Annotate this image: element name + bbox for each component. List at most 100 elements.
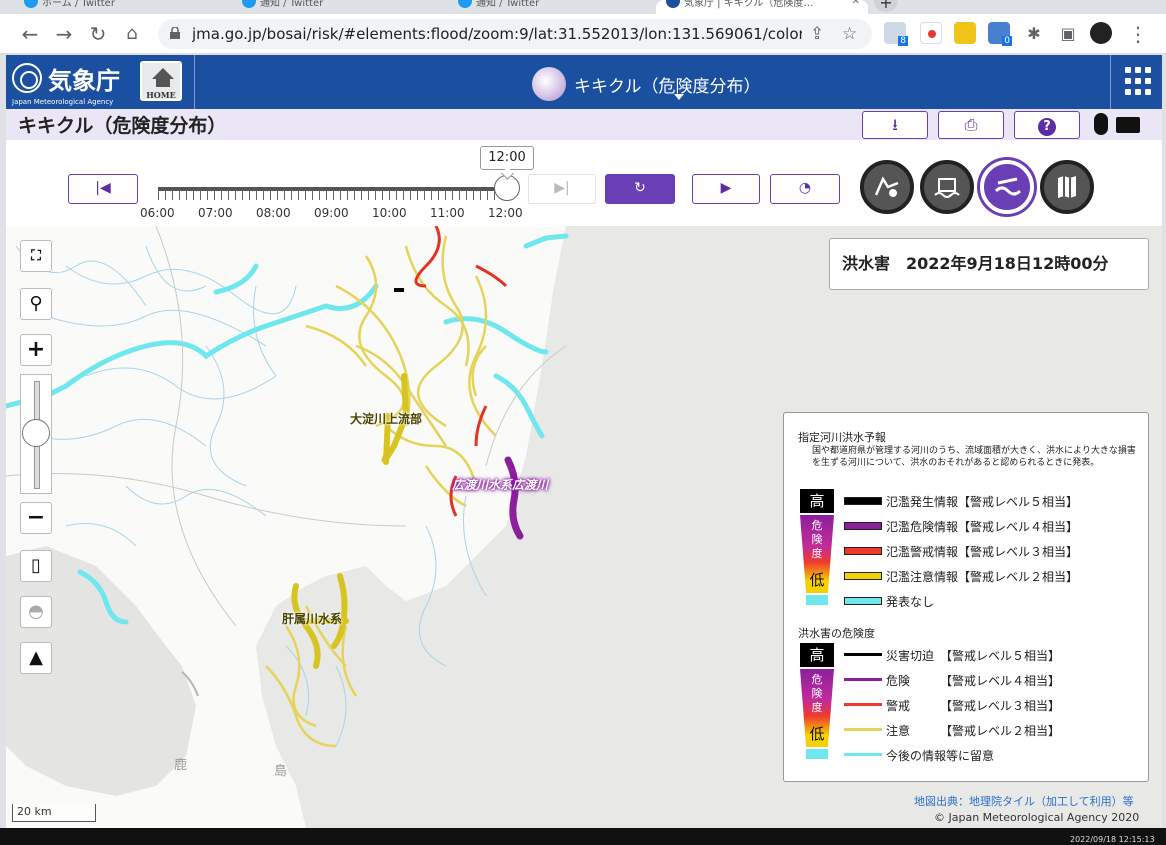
time-controls: |◀ 06:00 07:00 08:00 09:00 10:00 11:00 1…	[6, 140, 1162, 226]
browser-tab-strip: ホーム / Twitter 通知 / Twitter 通知 / Twitter …	[0, 0, 1166, 14]
legend-swatch	[844, 522, 882, 530]
divider	[194, 55, 195, 109]
url-text[interactable]: jma.go.jp/bosai/risk/#elements:flood/zoo…	[192, 25, 802, 43]
help-button[interactable]: ?	[1014, 111, 1080, 139]
twitter-icon	[242, 0, 256, 8]
river-label[interactable]: 肝属川水系	[282, 610, 342, 627]
reload-icon[interactable]: ↻	[84, 20, 112, 48]
print-button[interactable]: ⎙	[938, 111, 1004, 139]
menu-kebab-icon[interactable]: ⋮	[1124, 20, 1152, 48]
page-title: キキクル（危険度分布）	[18, 115, 227, 137]
download-extension-icon[interactable]	[954, 22, 976, 44]
latest-button[interactable]: ↻	[605, 174, 675, 204]
forward-icon[interactable]: →	[50, 20, 78, 48]
place-label: 鹿	[174, 758, 188, 773]
speedometer-icon: ◔	[798, 180, 812, 196]
mouse-mode-icon[interactable]	[1094, 113, 1108, 135]
scale-mid: 危険度	[811, 673, 823, 714]
zoom-in-button[interactable]: +	[20, 334, 52, 366]
map-icon: ▯	[31, 555, 41, 576]
browser-tab[interactable]: ホーム / Twitter	[14, 0, 214, 14]
skip-end-icon: ▶|	[554, 180, 570, 196]
chevron-down-icon	[674, 94, 684, 100]
extension-icon[interactable]: 0	[988, 22, 1012, 46]
scale-none-swatch	[806, 749, 828, 759]
record-extension-icon[interactable]	[920, 22, 942, 44]
app-menu-button[interactable]	[1110, 55, 1162, 109]
play-button[interactable]: ▶	[692, 174, 760, 204]
close-tab-icon[interactable]: ✕	[852, 0, 860, 7]
help-icon: ?	[1038, 118, 1056, 136]
bookmark-star-icon[interactable]: ☆	[842, 24, 857, 44]
extension-icon[interactable]: 8	[884, 22, 908, 46]
home-button[interactable]: HOME	[140, 61, 182, 101]
tick-label: 07:00	[198, 206, 233, 220]
basemap-button[interactable]: ▯	[20, 550, 52, 582]
legend-swatch	[844, 547, 882, 555]
river-label[interactable]: 大淀川上流部	[350, 410, 422, 427]
legend-line	[844, 753, 882, 756]
fullscreen-button[interactable]: ⛶	[20, 240, 52, 272]
opacity-button[interactable]: ◓	[20, 596, 52, 628]
scale-low: 低	[809, 571, 825, 589]
zoom-out-button[interactable]: −	[20, 502, 52, 534]
map-timestamp: 洪水害 2022年9月18日12時00分	[829, 238, 1149, 290]
keyboard-mode-icon[interactable]	[1116, 117, 1140, 133]
capture-clock: 2022/09/18 12:15:13	[1070, 835, 1155, 844]
legend-line	[844, 728, 882, 731]
profile-avatar[interactable]	[1090, 22, 1112, 44]
logo-kanji: 気象庁	[48, 67, 120, 95]
legend-swatch	[844, 572, 882, 580]
browser-tab[interactable]: 通知 / Twitter	[448, 0, 648, 14]
flood-river-icon	[994, 177, 1021, 196]
go-start-button[interactable]: |◀	[68, 174, 138, 204]
locate-button[interactable]: ⚲	[20, 288, 52, 320]
tick-label: 10:00	[372, 206, 407, 220]
legend-swatch	[844, 497, 882, 505]
home-roof-icon	[152, 68, 174, 79]
speed-button[interactable]: ◔	[770, 174, 840, 204]
back-icon[interactable]: ←	[16, 20, 44, 48]
copyright: © Japan Meteorological Agency 2020	[934, 811, 1140, 824]
map-layer-button[interactable]	[1040, 160, 1094, 214]
tick-label: 11:00	[430, 206, 465, 220]
desktop-background	[0, 828, 1166, 845]
site-header: 気象庁 Japan Meteorological Agency HOME キキク…	[6, 55, 1162, 109]
map-credit-link[interactable]: 地図出典：地理院タイル（加工して利用）等	[914, 793, 1134, 809]
landslide-icon	[874, 176, 899, 197]
landslide-layer-button[interactable]	[860, 160, 914, 214]
browser-tab-active[interactable]: 気象庁 | キキクル（危険度… ✕	[656, 0, 868, 14]
screen: ホーム / Twitter 通知 / Twitter 通知 / Twitter …	[0, 0, 1166, 845]
legend-panel: 指定河川洪水予報 国や都道府県が管理する河川のうち、流域面積が大きく、洪水により…	[783, 412, 1149, 782]
home-icon[interactable]: ⌂	[118, 20, 146, 48]
zoom-slider-knob[interactable]	[22, 419, 50, 447]
new-tab-button[interactable]: +	[874, 0, 898, 12]
download-button[interactable]: ⭳	[862, 111, 928, 139]
map-icon	[1058, 176, 1076, 198]
scale-high: 高	[800, 643, 834, 667]
sidepanel-icon[interactable]: ▣	[1054, 20, 1082, 48]
logo-english: Japan Meteorological Agency	[12, 98, 114, 106]
inundation-layer-button[interactable]	[920, 160, 974, 214]
scale-high: 高	[800, 489, 834, 513]
water-drop-icon: ◓	[28, 601, 44, 622]
current-time-tooltip: 12:00	[480, 146, 534, 170]
map[interactable]: ⛶ ⚲ + − ▯ ◓ ▲ 洪水害 2022年9月18日12時00分 大淀川上流…	[6, 226, 1162, 828]
legend-section-title: 洪水害の危険度	[798, 627, 875, 640]
go-end-button[interactable]: ▶|	[528, 174, 596, 204]
map-scale: 20 km	[12, 804, 96, 822]
river-label[interactable]: 広渡川水系広渡川	[452, 476, 548, 493]
danger-scale: 高 危険度 低	[800, 643, 834, 769]
flood-layer-button[interactable]	[980, 160, 1034, 214]
download-icon: ⭳	[892, 115, 898, 134]
terrain-button[interactable]: ▲	[20, 642, 52, 674]
tick-label: 08:00	[256, 206, 291, 220]
extension-badge: 0	[1002, 36, 1012, 46]
share-icon[interactable]: ⇪	[810, 24, 824, 44]
browser-tab[interactable]: 通知 / Twitter	[232, 0, 432, 14]
scale-none-swatch	[806, 595, 828, 605]
location-pin-icon: ⚲	[29, 293, 43, 314]
fullscreen-icon: ⛶	[31, 248, 41, 264]
address-bar[interactable]: jma.go.jp/bosai/risk/#elements:flood/zoo…	[158, 19, 872, 49]
puzzle-icon[interactable]: ✱	[1020, 20, 1048, 48]
